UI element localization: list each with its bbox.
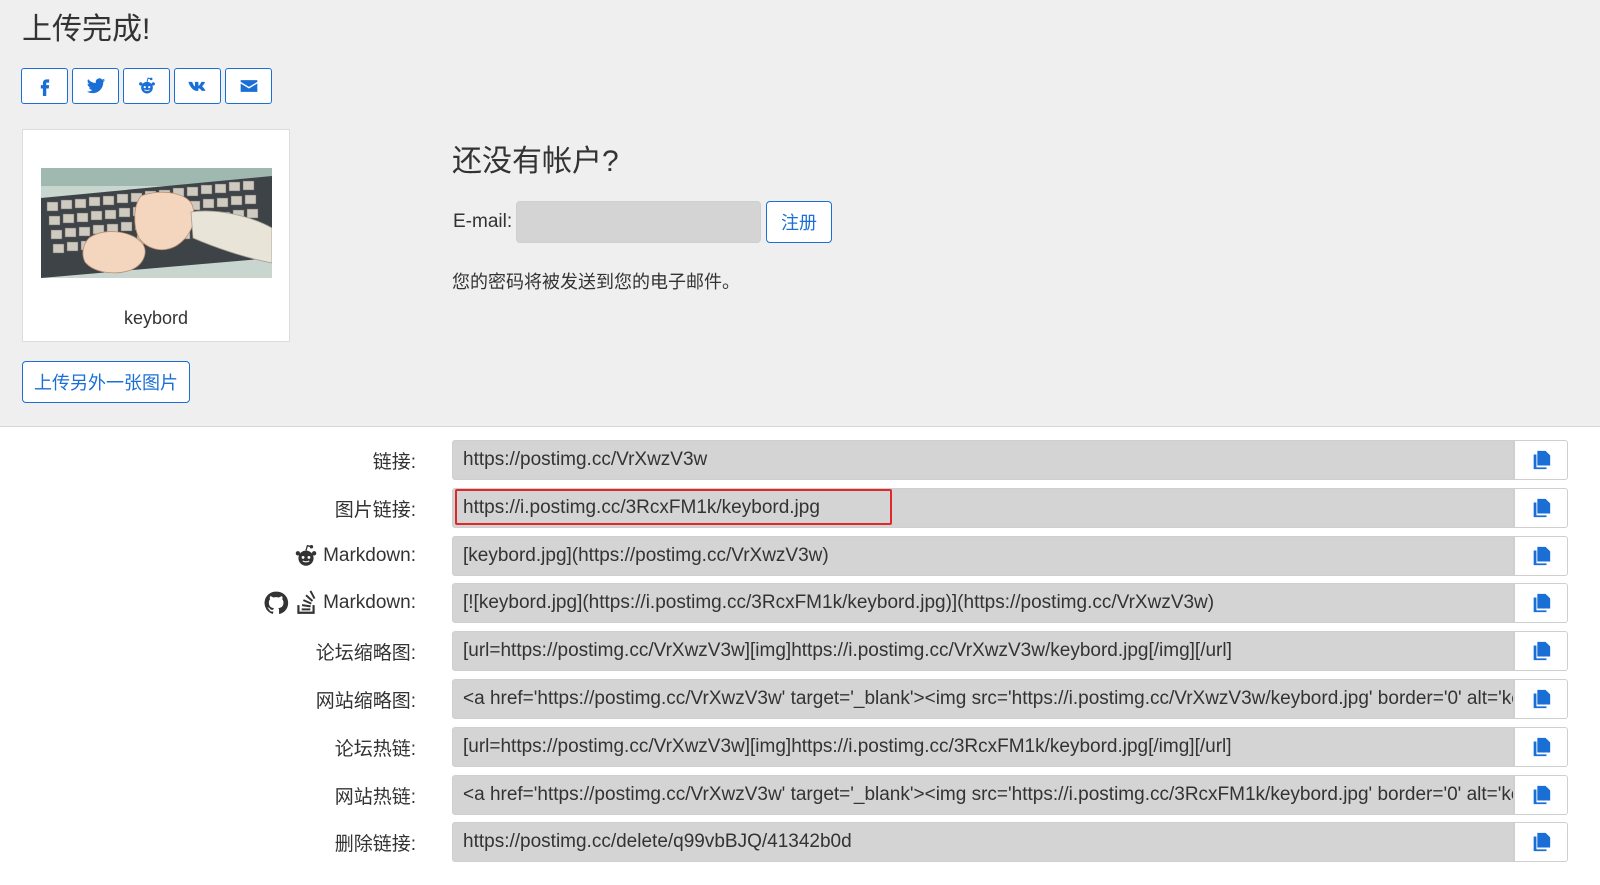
- website-thumbnail-field[interactable]: <a href='https://postimg.cc/VrXwzV3w' ta…: [452, 679, 1514, 719]
- link-field[interactable]: https://postimg.cc/VrXwzV3w: [452, 440, 1514, 480]
- forum-thumbnail-field[interactable]: [url=https://postimg.cc/VrXwzV3w][img]ht…: [452, 631, 1514, 671]
- copy-button[interactable]: [1514, 440, 1568, 480]
- website-hotlink-field[interactable]: <a href='https://postimg.cc/VrXwzV3w' ta…: [452, 775, 1514, 815]
- copy-button[interactable]: [1514, 679, 1568, 719]
- facebook-share-button[interactable]: [21, 68, 68, 104]
- reddit-markdown-row: Markdown: [keybord.jpg](https://postimg.…: [0, 536, 1600, 576]
- forum-thumbnail-label: 论坛缩略图:: [315, 642, 416, 664]
- copy-icon: [1533, 593, 1551, 613]
- copy-icon: [1533, 737, 1551, 757]
- copy-button[interactable]: [1514, 583, 1568, 623]
- vk-share-button[interactable]: [174, 68, 221, 104]
- upload-complete-panel: 上传完成! keybord 上传另外一张图片 还没有帐户? E-mail: 注册…: [0, 0, 1600, 427]
- image-link-label: 图片链接:: [334, 499, 416, 521]
- reddit-markdown-label: Markdown:: [293, 536, 416, 576]
- forum-hotlink-row: 论坛热链: [url=https://postimg.cc/VrXwzV3w][…: [0, 727, 1600, 767]
- copy-icon: [1533, 689, 1551, 709]
- copy-icon: [1533, 641, 1551, 661]
- delete-link-field[interactable]: https://postimg.cc/delete/q99vbBJQ/41342…: [452, 822, 1514, 862]
- forum-hotlink-label: 论坛热链:: [334, 738, 416, 760]
- website-thumbnail-row: 网站缩略图: <a href='https://postimg.cc/VrXwz…: [0, 679, 1600, 719]
- link-row: 链接: https://postimg.cc/VrXwzV3w: [0, 440, 1600, 480]
- upload-another-button[interactable]: 上传另外一张图片: [22, 361, 190, 403]
- link-label: 链接:: [372, 451, 416, 473]
- page-title: 上传完成!: [22, 13, 151, 46]
- account-title: 还没有帐户?: [452, 145, 619, 178]
- reddit-icon: [295, 544, 317, 566]
- github-icon: [264, 591, 289, 614]
- twitter-icon: [86, 78, 105, 94]
- copy-button[interactable]: [1514, 488, 1568, 528]
- copy-button[interactable]: [1514, 536, 1568, 576]
- reddit-share-button[interactable]: [123, 68, 170, 104]
- password-note: 您的密码将被发送到您的电子邮件。: [452, 272, 740, 292]
- copy-button[interactable]: [1514, 727, 1568, 767]
- copy-icon: [1533, 546, 1551, 566]
- stack-overflow-icon: [297, 590, 316, 614]
- github-markdown-field[interactable]: [![keybord.jpg](https://i.postimg.cc/3Rc…: [452, 583, 1514, 623]
- website-thumbnail-label: 网站缩略图:: [315, 690, 416, 712]
- keyboard-thumbnail-image[interactable]: [41, 168, 272, 278]
- register-button[interactable]: 注册: [766, 201, 832, 243]
- thumbnail-caption: keybord: [123, 308, 189, 328]
- copy-button[interactable]: [1514, 775, 1568, 815]
- github-markdown-label: Markdown:: [263, 583, 416, 623]
- vk-icon: [187, 81, 205, 91]
- copy-button[interactable]: [1514, 822, 1568, 862]
- website-hotlink-row: 网站热链: <a href='https://postimg.cc/VrXwzV…: [0, 775, 1600, 815]
- copy-icon: [1533, 785, 1551, 805]
- image-link-row: 图片链接: https://i.postimg.cc/3RcxFM1k/keyb…: [0, 488, 1600, 528]
- copy-icon: [1533, 450, 1551, 470]
- delete-link-row: 删除链接: https://postimg.cc/delete/q99vbBJQ…: [0, 822, 1600, 862]
- email-share-button[interactable]: [225, 68, 272, 104]
- thumbnail-card[interactable]: keybord: [22, 129, 290, 342]
- share-buttons: [21, 68, 272, 104]
- reddit-markdown-field[interactable]: [keybord.jpg](https://postimg.cc/VrXwzV3…: [452, 536, 1514, 576]
- envelope-icon: [240, 80, 257, 92]
- copy-icon: [1533, 832, 1551, 852]
- image-link-field[interactable]: https://i.postimg.cc/3RcxFM1k/keybord.jp…: [452, 488, 1514, 528]
- email-field[interactable]: [516, 201, 761, 243]
- forum-thumbnail-row: 论坛缩略图: [url=https://postimg.cc/VrXwzV3w]…: [0, 631, 1600, 671]
- copy-icon: [1533, 498, 1551, 518]
- reddit-icon: [138, 77, 155, 94]
- facebook-icon: [40, 79, 49, 96]
- website-hotlink-label: 网站热链:: [334, 786, 416, 808]
- forum-hotlink-field[interactable]: [url=https://postimg.cc/VrXwzV3w][img]ht…: [452, 727, 1514, 767]
- email-label: E-mail:: [453, 211, 513, 232]
- twitter-share-button[interactable]: [72, 68, 119, 104]
- copy-button[interactable]: [1514, 631, 1568, 671]
- delete-link-label: 删除链接:: [334, 833, 416, 855]
- github-markdown-row: Markdown: [![keybord.jpg](https://i.post…: [0, 583, 1600, 623]
